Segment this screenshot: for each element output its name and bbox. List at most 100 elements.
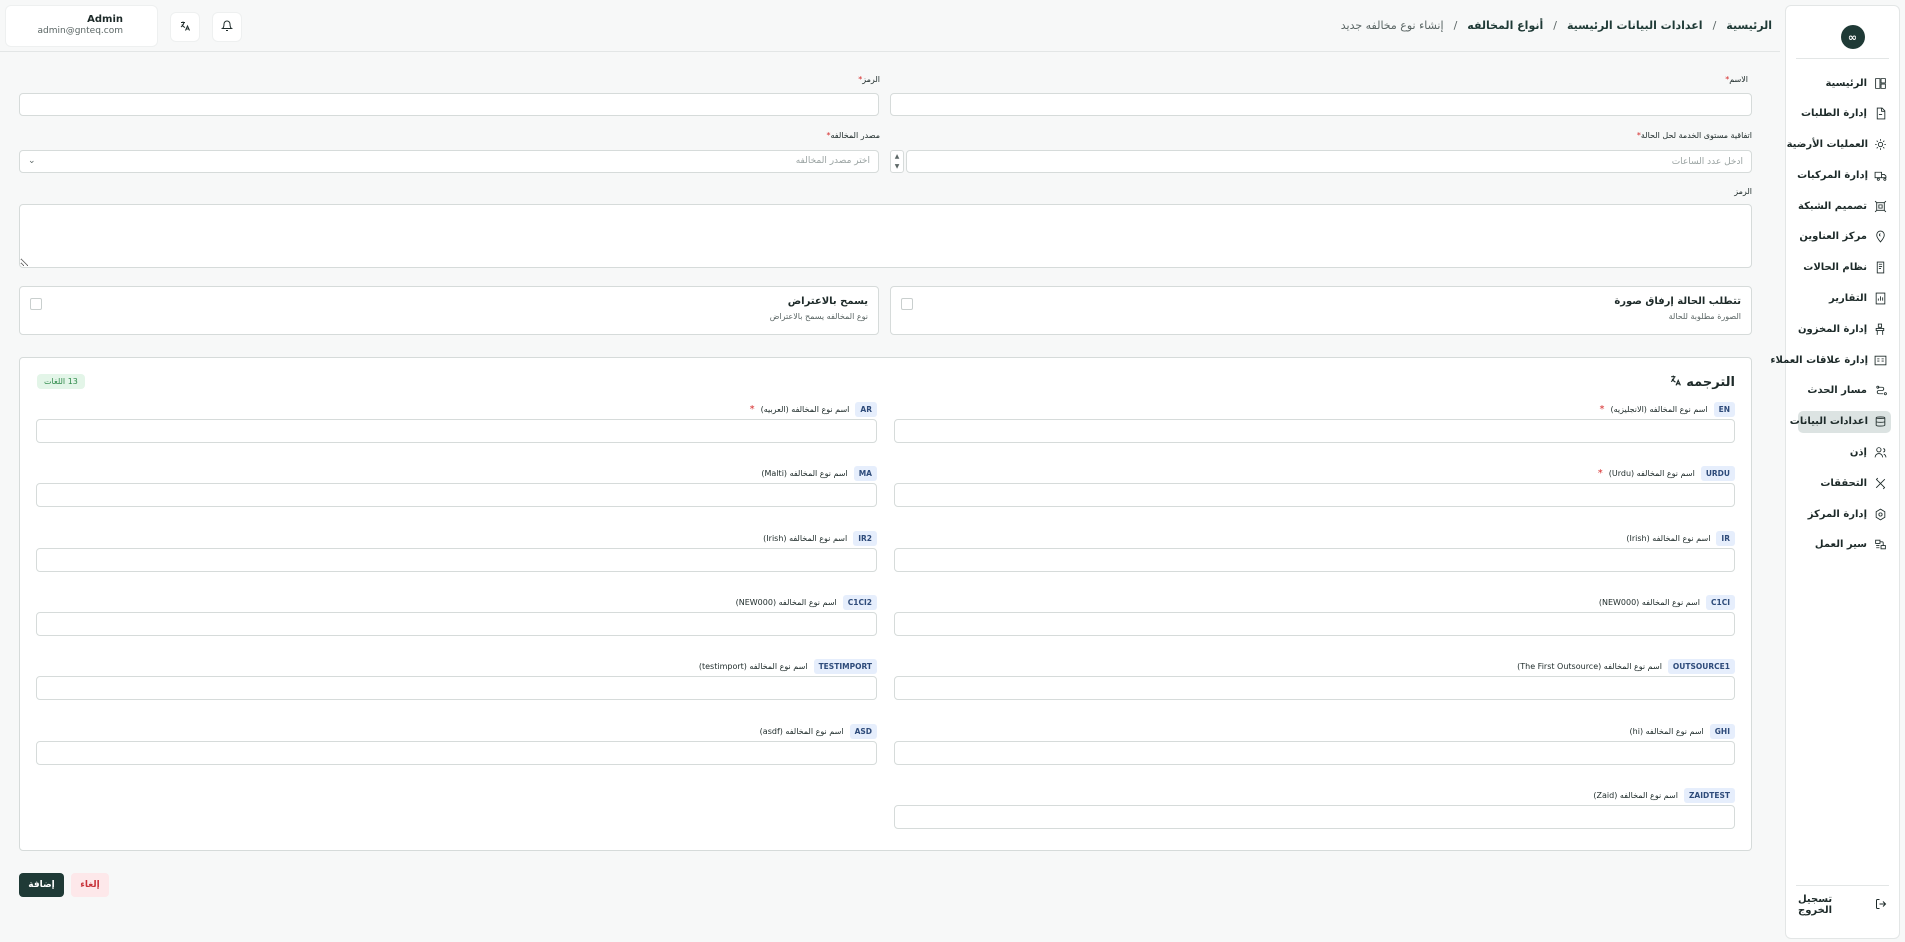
- sla-hours-input[interactable]: [906, 150, 1752, 173]
- language-code-badge: C1CI: [1705, 594, 1735, 610]
- crm-icon: [1874, 353, 1887, 367]
- sidebar-item[interactable]: إدارة المخزون: [1798, 318, 1891, 340]
- allow-objection-card[interactable]: يسمح بالاعتراض نوع المخالفه يسمح بالاعتر…: [19, 286, 879, 335]
- breadcrumb-separator: /: [1453, 19, 1458, 32]
- translations-title: الترجمه: [1686, 375, 1735, 390]
- name-input[interactable]: [890, 93, 1752, 116]
- sidebar-item[interactable]: التحققات: [1798, 472, 1891, 494]
- sidebar-item[interactable]: إدارة الطلبات: [1798, 103, 1891, 125]
- sidebar-item[interactable]: مسار الحدث: [1798, 380, 1891, 402]
- language-code-badge: C1CI2: [842, 594, 877, 610]
- language-code-badge: MA: [853, 466, 877, 482]
- sidebar-item[interactable]: التقارير: [1798, 288, 1891, 310]
- orders-icon: [1873, 107, 1887, 121]
- sidebar-item-label: التحققات: [1820, 477, 1867, 489]
- translation-input[interactable]: [36, 419, 877, 443]
- sidebar-item[interactable]: اعدادات البيانات: [1790, 410, 1891, 433]
- source-select[interactable]: اختر مصدر المخالفه ⌄: [19, 150, 879, 173]
- photo-required-title: تتطلب الحالة إرفاق صورة: [1614, 296, 1741, 307]
- sidebar-item-label: العمليات الأرضية: [1786, 139, 1868, 151]
- reports-icon: [1873, 292, 1887, 306]
- translation-input[interactable]: [36, 611, 877, 636]
- sidebar-item[interactable]: الرئيسية: [1798, 72, 1891, 94]
- route-icon: [1873, 384, 1887, 398]
- translation-input[interactable]: [894, 611, 1735, 636]
- sidebar-item-label: إدارة المركز: [1807, 508, 1867, 520]
- translation-input[interactable]: [36, 547, 877, 572]
- language-code-badge: AR: [855, 402, 877, 417]
- translation-field: ZAIDTEST اسم نوع المخالفه (Zaid): [894, 787, 1735, 836]
- sidebar-item[interactable]: مركز العناوين: [1798, 226, 1891, 248]
- translation-field-label: اسم نوع المخالفه (Zaid): [1593, 790, 1678, 800]
- language-code-badge: ZAIDTEST: [1683, 787, 1735, 803]
- breadcrumb-master-data[interactable]: اعدادات البيانات الرئيسية: [1567, 19, 1703, 32]
- translation-field: TESTIMPORT اسم نوع المخالفه (testimport): [36, 659, 877, 707]
- sidebar-item[interactable]: تصميم الشبكة: [1798, 195, 1891, 217]
- description-label: الرمز: [1734, 187, 1752, 196]
- logout-button[interactable]: تسجيل الخروج: [1798, 894, 1891, 916]
- language-code-badge: ASD: [849, 723, 877, 739]
- cancel-button[interactable]: إلغاء: [71, 873, 109, 897]
- breadcrumb-home[interactable]: الرئيسية: [1726, 19, 1772, 32]
- allow-objection-checkbox[interactable]: [30, 298, 42, 310]
- app-logo[interactable]: ∞: [1840, 25, 1865, 49]
- chevron-up-icon: ▲: [894, 152, 900, 160]
- sidebar-item-label: سير العمل: [1814, 539, 1867, 551]
- translation-input[interactable]: [36, 676, 877, 701]
- sidebar-item[interactable]: إدارة علاقات العملاء: [1770, 349, 1891, 371]
- translation-field-header: ZAIDTEST اسم نوع المخالفه (Zaid): [1593, 787, 1735, 803]
- user-card[interactable]: Admin admin@gnteq.com: [5, 5, 158, 47]
- language-code-badge: TESTIMPORT: [813, 659, 877, 675]
- breadcrumb-violation-types[interactable]: أنواع المخالفه: [1467, 19, 1543, 32]
- translation-input[interactable]: [894, 483, 1735, 508]
- notifications-button[interactable]: [212, 12, 242, 42]
- breadcrumb-separator: /: [1553, 19, 1557, 32]
- sidebar-item-label: إذن: [1849, 447, 1867, 459]
- sidebar-item[interactable]: إذن: [1798, 442, 1891, 464]
- sidebar-item[interactable]: نظام الحالات: [1798, 257, 1891, 279]
- allow-objection-title: يسمح بالاعتراض: [787, 296, 868, 307]
- language-code-badge: EN: [1713, 402, 1735, 417]
- language-code-badge: URDU: [1700, 466, 1735, 482]
- translation-input[interactable]: [36, 740, 877, 765]
- sidebar-item[interactable]: سير العمل: [1798, 534, 1891, 556]
- sidebar-item[interactable]: العمليات الأرضية: [1787, 134, 1891, 156]
- translation-field-header: AR اسم نوع المخالفه (العربيه) *: [750, 402, 877, 417]
- translation-input[interactable]: [894, 740, 1735, 765]
- translation-input[interactable]: [894, 547, 1735, 572]
- inventory-icon: [1873, 322, 1887, 336]
- translation-field-header: IR2 اسم نوع المخالفه (Irish): [763, 530, 877, 546]
- translation-field-label: اسم نوع المخالفه (NEW000): [1598, 597, 1700, 607]
- sidebar-item[interactable]: إدارة المركز: [1798, 503, 1891, 525]
- translation-field-label: اسم نوع المخالفه (الانجليزيه): [1610, 405, 1708, 414]
- language-code-badge: IR: [1716, 530, 1735, 546]
- required-marker: *: [1599, 404, 1605, 415]
- translation-input[interactable]: [36, 483, 877, 508]
- languages-count-badge: 13 اللغات: [37, 374, 85, 389]
- photo-required-subtitle: الصورة مطلوبة للحالة: [1668, 312, 1741, 321]
- code-input[interactable]: [19, 93, 879, 116]
- add-button[interactable]: إضافة: [19, 873, 64, 897]
- sidebar-item-label: مسار الحدث: [1807, 385, 1867, 397]
- translation-field-header: C1CI اسم نوع المخالفه (NEW000): [1598, 594, 1735, 610]
- sidebar-item-label: اعدادات البيانات: [1789, 416, 1868, 428]
- photo-required-card[interactable]: تتطلب الحالة إرفاق صورة الصورة مطلوبة لل…: [890, 286, 1752, 335]
- code-label: الرمز*: [858, 75, 880, 84]
- sidebar-item[interactable]: إدارة المركبات: [1797, 164, 1891, 186]
- network-icon: [1873, 199, 1887, 213]
- photo-required-checkbox[interactable]: [901, 298, 913, 310]
- translation-field-header: C1CI2 اسم نوع المخالفه (NEW000): [736, 594, 877, 610]
- translation-input[interactable]: [894, 804, 1735, 829]
- translation-input[interactable]: [894, 419, 1735, 443]
- translation-field: URDU اسم نوع المخالفه (Urdu) *: [894, 466, 1735, 514]
- divider: [1796, 58, 1889, 59]
- sidebar-item-label: إدارة المركبات: [1797, 169, 1868, 181]
- sidebar-item-label: التقارير: [1829, 293, 1867, 305]
- sla-stepper[interactable]: ▲ ▼: [890, 150, 904, 173]
- translation-input[interactable]: [894, 676, 1735, 701]
- translate-button[interactable]: [170, 12, 200, 42]
- name-label: الاسم*: [1725, 75, 1748, 84]
- required-marker: *: [749, 404, 755, 415]
- translations-header: الترجمه: [1669, 374, 1735, 391]
- description-textarea[interactable]: [19, 204, 1752, 268]
